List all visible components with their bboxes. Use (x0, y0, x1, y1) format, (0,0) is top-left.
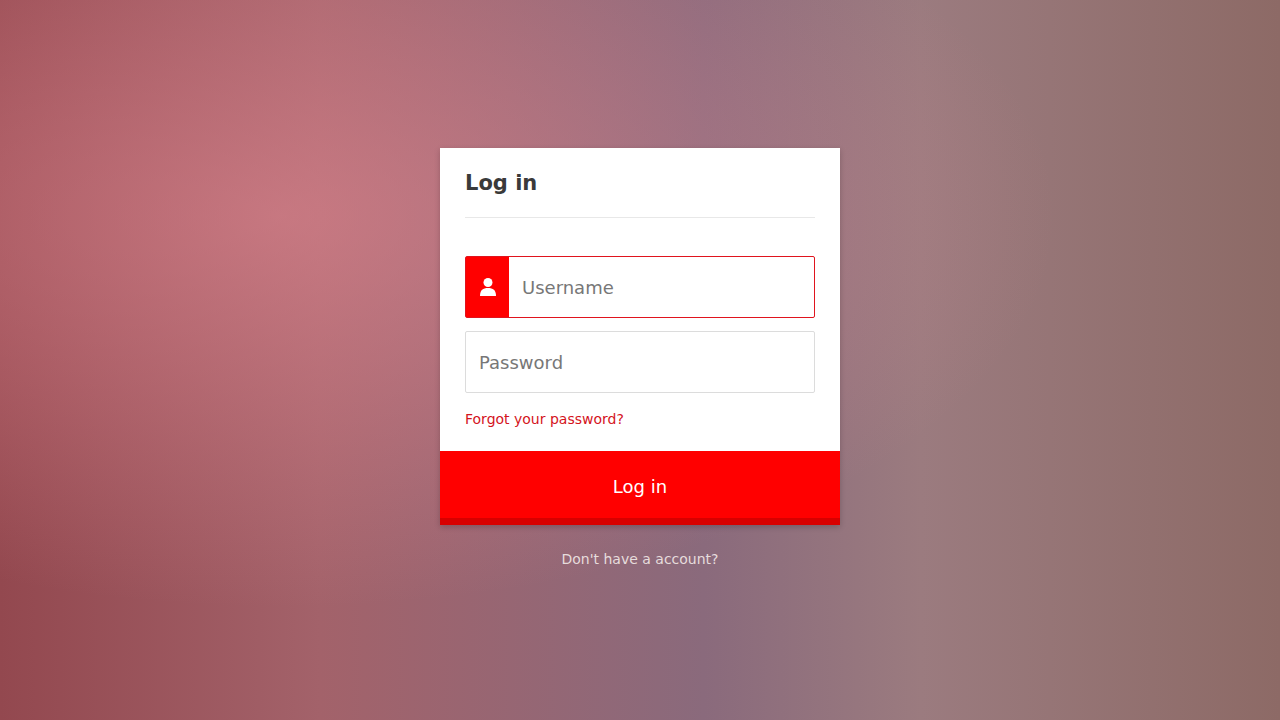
login-page: Log in Forgot your password? Log in Don'… (0, 0, 1280, 720)
password-field[interactable] (465, 331, 815, 393)
signup-link[interactable]: Don't have a account? (561, 551, 718, 567)
user-icon (466, 257, 509, 317)
card-title: Log in (465, 170, 815, 197)
card-body: Log in Forgot your password? (440, 148, 840, 451)
forgot-password-link[interactable]: Forgot your password? (465, 411, 624, 427)
title-divider (465, 217, 815, 218)
username-field[interactable] (465, 256, 815, 318)
password-input[interactable] (466, 332, 814, 392)
login-form (465, 256, 815, 393)
username-input[interactable] (509, 257, 814, 317)
login-button[interactable]: Log in (440, 451, 840, 525)
login-card: Log in Forgot your password? Log in (440, 148, 840, 525)
